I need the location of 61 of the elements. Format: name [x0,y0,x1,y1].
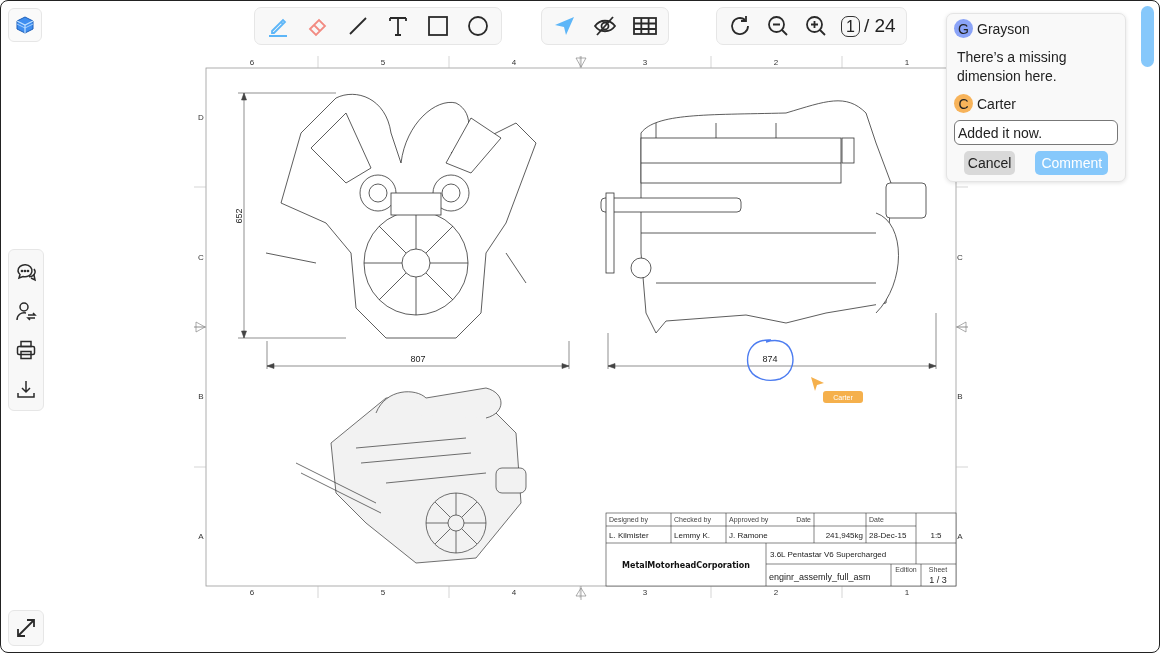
centering-mark-icon [955,321,969,333]
dimension-label: 874 [762,354,778,364]
field-value: 28-Dec-15 [869,531,907,540]
centering-mark-icon [575,55,587,69]
zone-label: 4 [511,58,517,67]
printer-icon [15,338,37,361]
centering-mark-icon [575,585,587,601]
field-value: L. Kilmister [609,531,649,540]
cancel-button[interactable]: Cancel [963,151,1016,175]
square-icon [426,14,450,38]
reply-input-field[interactable]: Added it now. [954,120,1118,145]
sheet-number: 1 / 3 [929,575,947,585]
zone-label: B [957,392,963,401]
zone-label: B [198,392,204,401]
zone-label: 3 [642,58,648,67]
company-name: MetalMotorheadCorporation [622,561,750,570]
field-value: 1:5 [930,531,942,540]
text-icon [386,14,410,38]
avatar: C [954,94,973,113]
zone-label: 4 [511,588,517,597]
app-logo-button[interactable] [8,8,42,42]
table-icon [632,14,658,38]
zone-label: A [198,531,204,541]
drawing-title: 3.6L Pentastar V6 Supercharged [770,550,887,559]
zone-label: C [198,252,204,262]
dimension-label: 807 [410,354,426,364]
circle-icon [466,14,490,38]
comment-text: There’s a missing dimension here. [957,48,1068,86]
comment-author: Grayson [977,20,1030,37]
zone-label: 6 [249,58,255,67]
zoom-out-icon [766,14,790,38]
field-value: 241,945kg [825,531,863,540]
zone-label: C [957,252,963,262]
zone-label: A [957,531,963,541]
page-count: / 24 [863,15,897,37]
comment-author: Carter [977,95,1016,112]
zone-label: 5 [380,58,386,67]
zone-label: 3 [642,588,648,597]
zone-label: D [198,113,204,122]
zone-label: 6 [249,588,255,597]
cursor-icon [811,377,824,391]
centering-mark-icon [193,321,207,333]
zone-label: 2 [773,58,779,67]
user-arrows-icon [15,299,37,322]
avatar: G [954,19,973,38]
fullscreen-button[interactable] [8,610,44,646]
scrollbar-thumb[interactable] [1141,6,1154,67]
zone-label: 2 [773,588,779,597]
zone-label: 5 [380,588,386,597]
expand-arrows-icon [15,617,37,639]
zone-label: 1 [904,588,910,597]
field-value: Lemmy K. [674,531,710,540]
cube-logo-icon [15,15,35,35]
zone-label: 1 [904,58,910,67]
field-value: J. Ramone [729,531,768,540]
dimension-label: 652 [234,208,244,224]
rotate-icon [728,14,752,38]
page-number-field[interactable]: 1 [841,15,860,37]
zoom-in-icon [804,14,828,38]
eye-off-icon [592,14,618,38]
file-name: enginr_assemly_full_asm [769,572,871,582]
